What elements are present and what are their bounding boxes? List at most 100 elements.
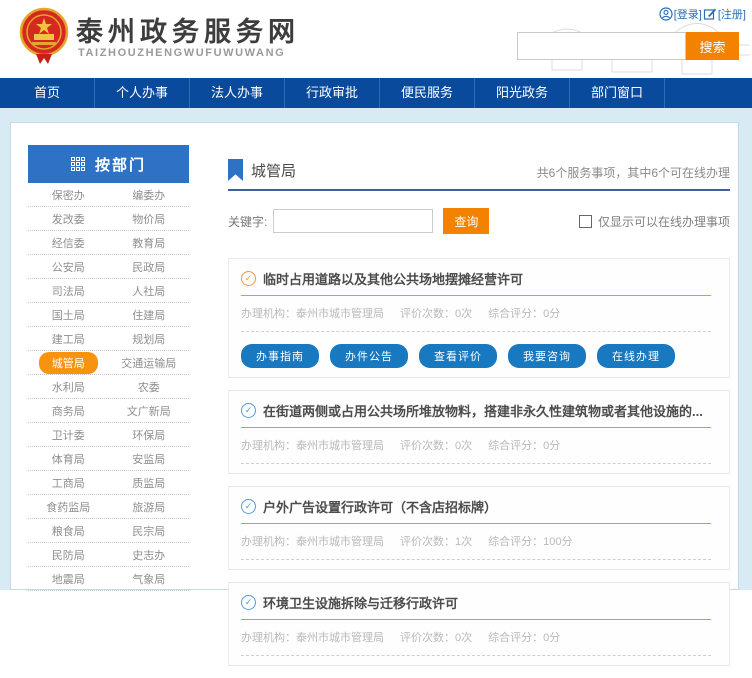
department-item[interactable]: 司法局 — [28, 283, 109, 299]
sidebar-title: 按部门 — [95, 154, 146, 175]
department-item[interactable]: 文广新局 — [109, 403, 190, 419]
nav-item[interactable]: 个人办事 — [95, 78, 190, 108]
department-item[interactable]: 质监局 — [109, 475, 190, 491]
site-header: 泰州政务服务网 TAIZHOUZHENGWUFUWUWANG [登录] [注册]… — [0, 0, 752, 78]
national-emblem-logo — [18, 6, 70, 66]
department-row: 司法局人社局 — [28, 279, 189, 303]
department-row: 建工局规划局 — [28, 327, 189, 351]
department-item[interactable]: 粮食局 — [28, 523, 109, 539]
dashed-divider — [241, 331, 711, 332]
service-title[interactable]: 临时占用道路以及其他公共场地摆摊经营许可 — [263, 269, 523, 288]
service-meta: 办理机构：泰州市城市管理局评价次数：0次综合评分：0分 — [241, 305, 717, 321]
department-item[interactable]: 编委办 — [109, 187, 190, 203]
content-panel: 按部门 保密办编委办发改委物价局经信委教育局公安局民政局司法局人社局国土局住建局… — [10, 122, 739, 590]
action-button[interactable]: 办件公告 — [330, 344, 408, 368]
department-item[interactable]: 商务局 — [28, 403, 109, 419]
department-item[interactable]: 食药监局 — [28, 499, 109, 515]
grid-icon — [71, 157, 85, 171]
department-item[interactable]: 物价局 — [109, 211, 190, 227]
department-item[interactable]: 民宗局 — [109, 523, 190, 539]
department-item[interactable]: 史志办 — [109, 547, 190, 563]
department-row: 商务局文广新局 — [28, 399, 189, 423]
service-item: ✓临时占用道路以及其他公共场地摆摊经营许可办理机构：泰州市城市管理局评价次数：0… — [228, 258, 730, 378]
service-title[interactable]: 环境卫生设施拆除与迁移行政许可 — [263, 593, 458, 612]
site-subtitle: TAIZHOUZHENGWUFUWUWANG — [78, 47, 285, 59]
nav-item[interactable]: 便民服务 — [380, 78, 475, 108]
department-row: 经信委教育局 — [28, 231, 189, 255]
online-only-checkbox[interactable] — [579, 215, 592, 228]
dashed-divider — [241, 463, 711, 464]
action-button[interactable]: 在线办理 — [597, 344, 675, 368]
department-item[interactable]: 交通运输局 — [109, 355, 190, 371]
department-item[interactable]: 公安局 — [28, 259, 109, 275]
keyword-input[interactable] — [273, 209, 433, 233]
eval-count: 评价次数：0次 — [400, 632, 472, 644]
department-item[interactable]: 地震局 — [28, 571, 109, 587]
site-search-input[interactable] — [517, 32, 686, 60]
department-item[interactable]: 经信委 — [28, 235, 109, 251]
selected-department-pill[interactable]: 城管局 — [39, 352, 98, 374]
department-item[interactable]: 建工局 — [28, 331, 109, 347]
department-row: 保密办编委办 — [28, 183, 189, 207]
eval-count: 评价次数：0次 — [400, 440, 472, 452]
agency-info: 办理机构：泰州市城市管理局 — [241, 632, 384, 644]
department-item[interactable]: 卫计委 — [28, 427, 109, 443]
login-link[interactable]: [登录] — [674, 6, 702, 22]
check-circle-icon: ✓ — [241, 499, 256, 514]
keyword-label: 关键字: — [228, 213, 267, 230]
department-item[interactable]: 发改委 — [28, 211, 109, 227]
department-row: 城管局交通运输局 — [28, 351, 189, 375]
service-title[interactable]: 在街道两侧或占用公共场所堆放物料，搭建非永久性建筑物或者其他设施的... — [263, 401, 703, 420]
department-item[interactable]: 体育局 — [28, 451, 109, 467]
department-item[interactable]: 旅游局 — [109, 499, 190, 515]
action-button[interactable]: 我要咨询 — [508, 344, 586, 368]
service-title[interactable]: 户外广告设置行政许可（不含店招标牌） — [263, 497, 497, 516]
department-row: 公安局民政局 — [28, 255, 189, 279]
online-only-label: 仅显示可以在线办理事项 — [598, 213, 730, 230]
title-underline — [241, 295, 711, 296]
eval-count: 评价次数：1次 — [400, 536, 472, 548]
nav-item[interactable]: 阳光政务 — [475, 78, 570, 108]
title-underline — [241, 619, 711, 620]
department-row: 体育局安监局 — [28, 447, 189, 471]
department-item[interactable]: 农委 — [109, 379, 190, 395]
department-item[interactable]: 规划局 — [109, 331, 190, 347]
department-row: 食药监局旅游局 — [28, 495, 189, 519]
service-meta: 办理机构：泰州市城市管理局评价次数：1次综合评分：100分 — [241, 533, 717, 549]
register-link[interactable]: [注册] — [718, 6, 746, 22]
main-content: 城管局 共6个服务事项，其中6个可在线办理 关键字: 查询 仅显示可以在线办理事… — [228, 159, 730, 678]
department-item[interactable]: 民防局 — [28, 547, 109, 563]
agency-info: 办理机构：泰州市城市管理局 — [241, 536, 384, 548]
nav-item[interactable]: 部门窗口 — [570, 78, 665, 108]
check-circle-icon: ✓ — [241, 595, 256, 610]
action-button[interactable]: 查看评价 — [419, 344, 497, 368]
score: 综合评分：0分 — [488, 632, 560, 644]
department-item[interactable]: 国土局 — [28, 307, 109, 323]
department-item[interactable]: 水利局 — [28, 379, 109, 395]
department-item-selected[interactable]: 城管局 — [28, 352, 109, 374]
department-sidebar: 按部门 保密办编委办发改委物价局经信委教育局公安局民政局司法局人社局国土局住建局… — [28, 145, 189, 591]
department-item[interactable]: 保密办 — [28, 187, 109, 203]
action-button[interactable]: 办事指南 — [241, 344, 319, 368]
department-item[interactable]: 住建局 — [109, 307, 190, 323]
department-item[interactable]: 教育局 — [109, 235, 190, 251]
department-list: 保密办编委办发改委物价局经信委教育局公安局民政局司法局人社局国土局住建局建工局规… — [28, 183, 189, 591]
department-item[interactable]: 人社局 — [109, 283, 190, 299]
register-pencil-icon — [703, 7, 717, 21]
department-item[interactable]: 气象局 — [109, 571, 190, 587]
dashed-divider — [241, 655, 711, 656]
department-item[interactable]: 工商局 — [28, 475, 109, 491]
agency-info: 办理机构：泰州市城市管理局 — [241, 308, 384, 320]
nav-item[interactable]: 首页 — [0, 78, 95, 108]
department-item[interactable]: 安监局 — [109, 451, 190, 467]
nav-item[interactable]: 法人办事 — [190, 78, 285, 108]
dashed-divider — [241, 559, 711, 560]
query-button[interactable]: 查询 — [443, 208, 489, 234]
site-search-button[interactable]: 搜索 — [686, 32, 739, 60]
site-title: 泰州政务服务网 — [76, 10, 300, 49]
department-item[interactable]: 环保局 — [109, 427, 190, 443]
department-row: 地震局气象局 — [28, 567, 189, 591]
department-item[interactable]: 民政局 — [109, 259, 190, 275]
title-underline — [241, 427, 711, 428]
nav-item[interactable]: 行政审批 — [285, 78, 380, 108]
